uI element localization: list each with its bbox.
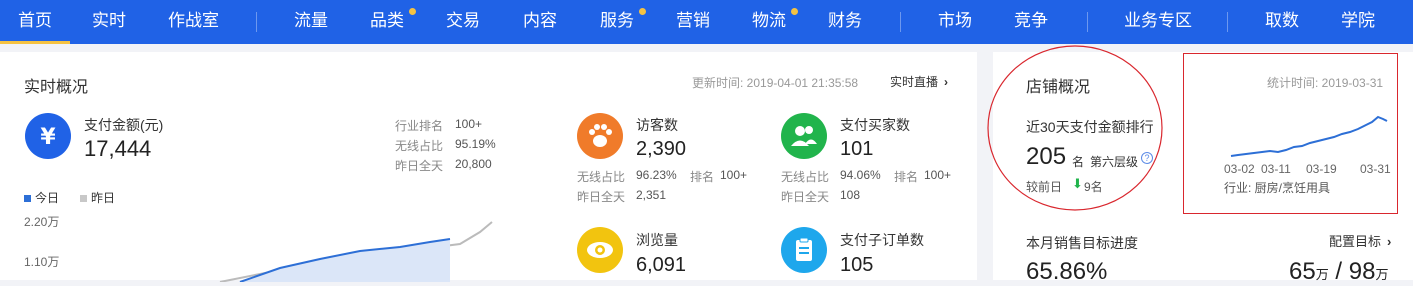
- realtime-title: 实时概况: [24, 79, 89, 96]
- annotation-rectangle: [1183, 53, 1398, 214]
- notification-dot: [639, 8, 646, 15]
- eye-icon: [577, 227, 623, 273]
- pageviews-value: 6,091: [636, 254, 687, 276]
- buyers-rank-label: 排名: [894, 170, 919, 184]
- users-icon: [781, 113, 827, 159]
- legend-yesterday-label: 昨日: [91, 191, 116, 205]
- buyers-wireless-value: 94.06%: [840, 168, 881, 182]
- top-nav: 首页 实时 作战室 流量 品类 交易 内容 服务 营销 物流 财务 市场 竞争 …: [0, 0, 1413, 44]
- payment-wireless-value: 95.19%: [455, 137, 496, 151]
- nav-item-traffic[interactable]: 流量: [294, 0, 328, 44]
- buyers-label: 支付买家数: [840, 117, 910, 133]
- svg-text:¥: ¥: [40, 125, 56, 150]
- nav-item-finance[interactable]: 财务: [828, 0, 862, 44]
- legend-swatch-yesterday: [80, 195, 87, 202]
- visitors-rank-value: 100+: [720, 168, 748, 182]
- target-amount: 65万 / 98万: [1289, 258, 1388, 286]
- nav-item-category[interactable]: 品类: [370, 0, 404, 44]
- visitors-yesterday-value: 2,351: [636, 188, 667, 202]
- nav-item-business-zone[interactable]: 业务专区: [1124, 0, 1192, 44]
- chevron-right-icon: ›: [944, 75, 949, 89]
- suborders-label: 支付子订单数: [840, 232, 924, 248]
- nav-item-market[interactable]: 市场: [938, 0, 972, 44]
- suborders-value: 105: [840, 254, 874, 276]
- nav-item-trade[interactable]: 交易: [446, 0, 480, 44]
- realtime-panel: 实时概况 更新时间: 2019-04-01 21:35:58 实时直播 › ¥ 支…: [0, 52, 977, 282]
- buyers-rank-value: 100+: [924, 168, 952, 182]
- target-title: 本月销售目标进度: [1026, 235, 1138, 251]
- nav-separator: [256, 12, 257, 32]
- nav-item-logistics[interactable]: 物流: [752, 0, 786, 44]
- amount-separator: /: [1335, 258, 1343, 285]
- nav-item-home[interactable]: 首页: [0, 0, 70, 44]
- pageviews-label: 浏览量: [636, 232, 678, 248]
- payment-yesterday-label: 昨日全天: [395, 159, 444, 173]
- nav-item-service[interactable]: 服务: [600, 0, 634, 44]
- y-tick: 1.10万: [24, 255, 60, 269]
- payment-rank-label: 行业排名: [395, 119, 444, 133]
- configure-target-link[interactable]: 配置目标 ›: [1329, 231, 1391, 250]
- payment-wireless-label: 无线占比: [395, 139, 444, 153]
- payment-label: 支付金额(元): [84, 117, 164, 133]
- legend-today-label: 今日: [35, 191, 60, 205]
- nav-item-academy[interactable]: 学院: [1341, 0, 1375, 44]
- legend-yesterday: 昨日: [80, 189, 115, 206]
- legend-swatch-today: [24, 195, 31, 202]
- clipboard-icon: [781, 227, 827, 273]
- visitors-wireless-label: 无线占比: [577, 170, 626, 184]
- live-link-label: 实时直播: [890, 75, 939, 89]
- live-link[interactable]: 实时直播 ›: [890, 73, 948, 90]
- nav-separator: [1227, 12, 1228, 32]
- today-area: [240, 239, 450, 282]
- nav-item-data-fetch[interactable]: 取数: [1265, 0, 1299, 44]
- nav-item-content[interactable]: 内容: [523, 0, 557, 44]
- payment-rank-value: 100+: [455, 117, 483, 131]
- yuan-icon: ¥: [25, 113, 71, 159]
- payment-yesterday-value: 20,800: [455, 157, 492, 171]
- nav-separator: [1087, 12, 1088, 32]
- visitors-value: 2,390: [636, 138, 687, 160]
- realtime-trend-chart: [219, 221, 493, 282]
- nav-separator: [900, 12, 901, 32]
- nav-item-realtime[interactable]: 实时: [92, 0, 126, 44]
- visitors-label: 访客数: [636, 117, 678, 133]
- buyers-wireless-label: 无线占比: [781, 170, 830, 184]
- amount-current: 65: [1289, 258, 1316, 285]
- visitors-rank-label: 排名: [690, 170, 715, 184]
- progress-value: 65.86%: [1026, 258, 1108, 285]
- nav-item-competition[interactable]: 竞争: [1014, 0, 1048, 44]
- chevron-right-icon: ›: [1387, 234, 1392, 249]
- payment-value: 17,444: [84, 136, 152, 161]
- amount-total: 98: [1348, 258, 1376, 285]
- notification-dot: [409, 8, 416, 15]
- nav-item-warroom[interactable]: 作战室: [168, 0, 219, 44]
- configure-target-label: 配置目标: [1329, 234, 1382, 249]
- visitors-wireless-value: 96.23%: [636, 168, 677, 182]
- y-tick: 2.20万: [24, 215, 60, 229]
- nav-item-marketing[interactable]: 营销: [676, 0, 710, 44]
- notification-dot: [791, 8, 798, 15]
- buyers-yesterday-value: 108: [840, 188, 861, 202]
- buyers-yesterday-label: 昨日全天: [781, 190, 830, 204]
- annotation-circle: [987, 45, 1163, 211]
- update-time: 更新时间: 2019-04-01 21:35:58: [692, 76, 859, 90]
- paw-icon: [577, 113, 623, 159]
- legend-today: 今日: [24, 189, 59, 206]
- visitors-yesterday-label: 昨日全天: [577, 190, 626, 204]
- buyers-value: 101: [840, 138, 874, 160]
